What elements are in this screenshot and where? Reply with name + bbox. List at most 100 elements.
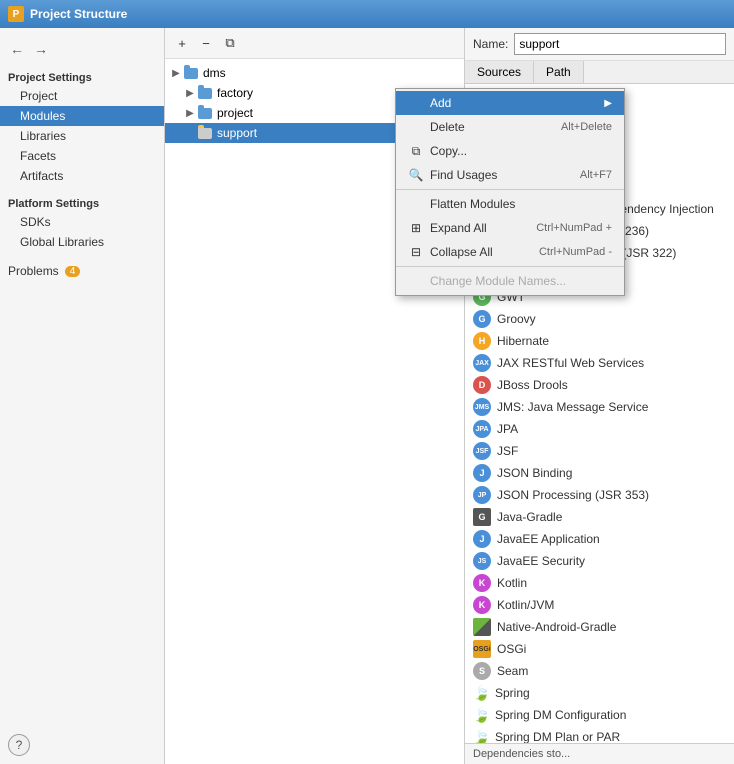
menu-item-delete[interactable]: Delete Alt+Delete: [396, 115, 624, 139]
title-bar: P Project Structure: [0, 0, 734, 28]
forward-button[interactable]: →: [30, 38, 52, 60]
tree-item-dms[interactable]: ▶ dms: [165, 63, 464, 83]
menu-item-find-usages[interactable]: 🔍 Find Usages Alt+F7: [396, 163, 624, 187]
framework-item-jax-rest[interactable]: JAX JAX RESTful Web Services: [465, 352, 734, 374]
folder-icon: [183, 65, 199, 81]
spring-dm-config-icon: 🍃: [473, 706, 491, 724]
folder-icon: [197, 105, 213, 121]
framework-item-java-gradle[interactable]: G Java-Gradle: [465, 506, 734, 528]
osgi-icon: OSGi: [473, 640, 491, 658]
framework-item-groovy[interactable]: G Groovy: [465, 308, 734, 330]
change-names-icon: [408, 273, 424, 289]
sidebar-item-artifacts[interactable]: Artifacts: [0, 166, 164, 186]
tab-paths[interactable]: Path: [534, 61, 584, 83]
help-button[interactable]: ?: [8, 734, 30, 756]
window-title: Project Structure: [30, 7, 127, 21]
menu-item-add[interactable]: Add ▶: [396, 91, 624, 115]
back-button[interactable]: ←: [6, 38, 28, 60]
search-icon: 🔍: [408, 167, 424, 183]
kotlin-icon: K: [473, 574, 491, 592]
problems-badge: 4: [65, 266, 81, 277]
folder-icon: [197, 85, 213, 101]
jms-icon: JMS: [473, 398, 491, 416]
framework-item-spring-dm-plan[interactable]: 🍃 Spring DM Plan or PAR: [465, 726, 734, 743]
hibernate-icon: H: [473, 332, 491, 350]
sidebar-item-global-libraries[interactable]: Global Libraries: [0, 232, 164, 252]
sidebar-item-modules[interactable]: Modules: [0, 106, 164, 126]
expand-icon: ▶: [169, 68, 183, 79]
copy-icon: ⧉: [408, 143, 424, 159]
submenu-arrow-icon: ▶: [604, 98, 612, 109]
center-toolbar: + − ⧉: [165, 28, 464, 59]
jsf-icon: JSF: [473, 442, 491, 460]
spring-dm-plan-icon: 🍃: [473, 728, 491, 743]
native-android-icon: [473, 618, 491, 636]
platform-settings-title: Platform Settings: [0, 194, 164, 212]
java-gradle-icon: G: [473, 508, 491, 526]
jax-rest-icon: JAX: [473, 354, 491, 372]
menu-item-copy[interactable]: ⧉ Copy...: [396, 139, 624, 163]
expand-all-icon: ⊞: [408, 220, 424, 236]
jboss-drools-icon: D: [473, 376, 491, 394]
framework-item-kotlin[interactable]: K Kotlin: [465, 572, 734, 594]
sidebar-item-libraries[interactable]: Libraries: [0, 126, 164, 146]
framework-item-jboss-drools[interactable]: D JBoss Drools: [465, 374, 734, 396]
app-icon: P: [8, 6, 24, 22]
framework-item-kotlin-jvm[interactable]: K Kotlin/JVM: [465, 594, 734, 616]
framework-item-jsf[interactable]: JSF JSF: [465, 440, 734, 462]
flatten-icon: [408, 196, 424, 212]
javaee-security-icon: JS: [473, 552, 491, 570]
menu-item-expand-all[interactable]: ⊞ Expand All Ctrl+NumPad +: [396, 216, 624, 240]
main-container: ← → Project Settings Project Modules Lib…: [0, 28, 734, 764]
groovy-icon: G: [473, 310, 491, 328]
framework-item-spring[interactable]: 🍃 Spring: [465, 682, 734, 704]
framework-item-seam[interactable]: S Seam: [465, 660, 734, 682]
framework-item-spring-dm-config[interactable]: 🍃 Spring DM Configuration: [465, 704, 734, 726]
framework-item-json-processing[interactable]: JP JSON Processing (JSR 353): [465, 484, 734, 506]
sidebar: ← → Project Settings Project Modules Lib…: [0, 28, 165, 764]
problems-row[interactable]: Problems 4: [0, 260, 164, 282]
seam-icon: S: [473, 662, 491, 680]
add-module-button[interactable]: +: [171, 32, 193, 54]
framework-item-jms[interactable]: JMS JMS: Java Message Service: [465, 396, 734, 418]
expand-icon: ▶: [183, 88, 197, 99]
json-binding-icon: J: [473, 464, 491, 482]
folder-icon: [197, 125, 213, 141]
tabs-row: Sources Path: [465, 61, 734, 84]
menu-item-flatten-modules[interactable]: Flatten Modules: [396, 192, 624, 216]
json-processing-icon: JP: [473, 486, 491, 504]
collapse-all-icon: ⊟: [408, 244, 424, 260]
name-row: Name:: [465, 28, 734, 61]
copy-module-button[interactable]: ⧉: [219, 32, 241, 54]
center-panel: + − ⧉ ▶ dms ▶: [165, 28, 465, 764]
kotlin-jvm-icon: K: [473, 596, 491, 614]
sidebar-item-project[interactable]: Project: [0, 86, 164, 106]
framework-item-osgi[interactable]: OSGi OSGi: [465, 638, 734, 660]
sidebar-item-sdks[interactable]: SDKs: [0, 212, 164, 232]
remove-module-button[interactable]: −: [195, 32, 217, 54]
spring-icon: 🍃: [473, 684, 491, 702]
menu-separator-1: [396, 189, 624, 190]
context-menu: Add ▶ Delete Alt+Delete ⧉ Copy... 🔍 Find…: [395, 88, 625, 296]
framework-item-javaee-security[interactable]: JS JavaEE Security: [465, 550, 734, 572]
framework-item-javaee-app[interactable]: J JavaEE Application: [465, 528, 734, 550]
menu-item-change-names: Change Module Names...: [396, 269, 624, 293]
menu-separator-2: [396, 266, 624, 267]
project-settings-title: Project Settings: [0, 68, 164, 86]
jpa-icon: JPA: [473, 420, 491, 438]
framework-item-json-binding[interactable]: J JSON Binding: [465, 462, 734, 484]
framework-item-native-android-gradle[interactable]: Native-Android-Gradle: [465, 616, 734, 638]
tab-sources[interactable]: Sources: [465, 61, 534, 83]
name-label: Name:: [473, 37, 508, 51]
name-input[interactable]: [514, 33, 726, 55]
bottom-status: Dependencies sto...: [465, 743, 734, 764]
sidebar-nav: ← →: [0, 34, 164, 64]
delete-icon: [408, 119, 424, 135]
expand-icon: ▶: [183, 108, 197, 119]
menu-item-collapse-all[interactable]: ⊟ Collapse All Ctrl+NumPad -: [396, 240, 624, 264]
framework-item-jpa[interactable]: JPA JPA: [465, 418, 734, 440]
sidebar-item-facets[interactable]: Facets: [0, 146, 164, 166]
javaee-app-icon: J: [473, 530, 491, 548]
framework-item-hibernate[interactable]: H Hibernate: [465, 330, 734, 352]
problems-label: Problems: [8, 264, 59, 278]
